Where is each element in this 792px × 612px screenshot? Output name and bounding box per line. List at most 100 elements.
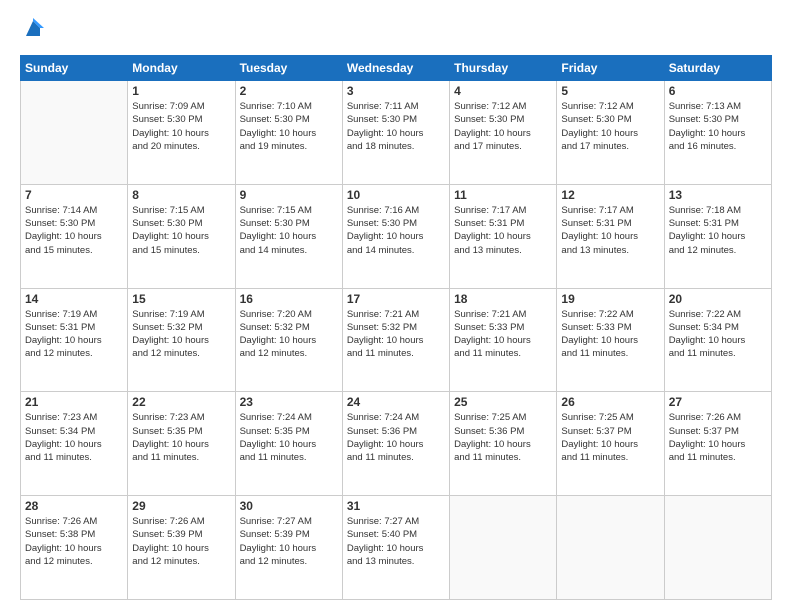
day-number: 26 bbox=[561, 395, 659, 409]
day-info: Sunrise: 7:22 AM Sunset: 5:34 PM Dayligh… bbox=[669, 308, 767, 361]
calendar-cell: 24 Sunrise: 7:24 AM Sunset: 5:36 PM Dayli… bbox=[342, 392, 449, 496]
day-number: 28 bbox=[25, 499, 123, 513]
day-info: Sunrise: 7:26 AM Sunset: 5:38 PM Dayligh… bbox=[25, 515, 123, 568]
calendar-cell bbox=[557, 496, 664, 600]
header bbox=[20, 18, 772, 45]
day-number: 5 bbox=[561, 84, 659, 98]
calendar-cell: 5Sunrise: 7:12 AM Sunset: 5:30 PM Daylig… bbox=[557, 81, 664, 185]
day-info: Sunrise: 7:20 AM Sunset: 5:32 PM Dayligh… bbox=[240, 308, 338, 361]
day-number: 11 bbox=[454, 188, 552, 202]
weekday-header-monday: Monday bbox=[128, 56, 235, 81]
day-info: Sunrise: 7:25 AM Sunset: 5:37 PM Dayligh… bbox=[561, 411, 659, 464]
day-number: 24 bbox=[347, 395, 445, 409]
calendar-cell bbox=[664, 496, 771, 600]
calendar-cell: 6 Sunrise: 7:13 AM Sunset: 5:30 PM Daylig… bbox=[664, 81, 771, 185]
calendar-table: SundayMondayTuesdayWednesdayThursdayFrid… bbox=[20, 55, 772, 600]
calendar-week-5: 28 Sunrise: 7:26 AM Sunset: 5:38 PM Dayli… bbox=[21, 496, 772, 600]
calendar-cell: 20 Sunrise: 7:22 AM Sunset: 5:34 PM Dayli… bbox=[664, 288, 771, 392]
day-info: Sunrise: 7:27 AM Sunset: 5:39 PM Dayligh… bbox=[240, 515, 338, 568]
calendar-cell: 8 Sunrise: 7:15 AM Sunset: 5:30 PM Daylig… bbox=[128, 184, 235, 288]
day-number: 25 bbox=[454, 395, 552, 409]
calendar-cell bbox=[21, 81, 128, 185]
calendar-cell: 14 Sunrise: 7:19 AM Sunset: 5:31 PM Dayli… bbox=[21, 288, 128, 392]
day-info: Sunrise: 7:17 AM Sunset: 5:31 PM Dayligh… bbox=[561, 204, 659, 257]
logo-general bbox=[20, 18, 44, 45]
calendar-cell: 18 Sunrise: 7:21 AM Sunset: 5:33 PM Dayli… bbox=[450, 288, 557, 392]
calendar-cell: 17 Sunrise: 7:21 AM Sunset: 5:32 PM Dayli… bbox=[342, 288, 449, 392]
day-number: 6 bbox=[669, 84, 767, 98]
calendar-cell: 19Sunrise: 7:22 AM Sunset: 5:33 PM Dayli… bbox=[557, 288, 664, 392]
calendar-cell: 7Sunrise: 7:14 AM Sunset: 5:30 PM Daylig… bbox=[21, 184, 128, 288]
day-number: 4 bbox=[454, 84, 552, 98]
day-info: Sunrise: 7:21 AM Sunset: 5:32 PM Dayligh… bbox=[347, 308, 445, 361]
day-info: Sunrise: 7:15 AM Sunset: 5:30 PM Dayligh… bbox=[132, 204, 230, 257]
weekday-header-wednesday: Wednesday bbox=[342, 56, 449, 81]
day-number: 16 bbox=[240, 292, 338, 306]
calendar-week-3: 14 Sunrise: 7:19 AM Sunset: 5:31 PM Dayli… bbox=[21, 288, 772, 392]
day-info: Sunrise: 7:26 AM Sunset: 5:37 PM Dayligh… bbox=[669, 411, 767, 464]
day-number: 9 bbox=[240, 188, 338, 202]
day-number: 13 bbox=[669, 188, 767, 202]
day-info: Sunrise: 7:24 AM Sunset: 5:35 PM Dayligh… bbox=[240, 411, 338, 464]
calendar-cell: 3 Sunrise: 7:11 AM Sunset: 5:30 PM Daylig… bbox=[342, 81, 449, 185]
day-info: Sunrise: 7:27 AM Sunset: 5:40 PM Dayligh… bbox=[347, 515, 445, 568]
day-number: 1 bbox=[132, 84, 230, 98]
calendar-cell: 31 Sunrise: 7:27 AM Sunset: 5:40 PM Dayli… bbox=[342, 496, 449, 600]
calendar-cell: 15Sunrise: 7:19 AM Sunset: 5:32 PM Dayli… bbox=[128, 288, 235, 392]
day-info: Sunrise: 7:12 AM Sunset: 5:30 PM Dayligh… bbox=[454, 100, 552, 153]
calendar-cell: 12Sunrise: 7:17 AM Sunset: 5:31 PM Dayli… bbox=[557, 184, 664, 288]
calendar-cell: 4 Sunrise: 7:12 AM Sunset: 5:30 PM Daylig… bbox=[450, 81, 557, 185]
weekday-header-saturday: Saturday bbox=[664, 56, 771, 81]
day-number: 3 bbox=[347, 84, 445, 98]
day-info: Sunrise: 7:11 AM Sunset: 5:30 PM Dayligh… bbox=[347, 100, 445, 153]
day-info: Sunrise: 7:18 AM Sunset: 5:31 PM Dayligh… bbox=[669, 204, 767, 257]
calendar-cell: 23Sunrise: 7:24 AM Sunset: 5:35 PM Dayli… bbox=[235, 392, 342, 496]
day-number: 27 bbox=[669, 395, 767, 409]
day-number: 18 bbox=[454, 292, 552, 306]
day-info: Sunrise: 7:17 AM Sunset: 5:31 PM Dayligh… bbox=[454, 204, 552, 257]
calendar-cell bbox=[450, 496, 557, 600]
day-info: Sunrise: 7:09 AM Sunset: 5:30 PM Dayligh… bbox=[132, 100, 230, 153]
day-info: Sunrise: 7:14 AM Sunset: 5:30 PM Dayligh… bbox=[25, 204, 123, 257]
calendar-week-1: 1 Sunrise: 7:09 AM Sunset: 5:30 PM Daylig… bbox=[21, 81, 772, 185]
logo-icon bbox=[22, 18, 44, 40]
day-number: 29 bbox=[132, 499, 230, 513]
day-number: 20 bbox=[669, 292, 767, 306]
day-number: 14 bbox=[25, 292, 123, 306]
day-number: 21 bbox=[25, 395, 123, 409]
day-number: 22 bbox=[132, 395, 230, 409]
page: SundayMondayTuesdayWednesdayThursdayFrid… bbox=[0, 0, 792, 612]
calendar-cell: 2 Sunrise: 7:10 AM Sunset: 5:30 PM Daylig… bbox=[235, 81, 342, 185]
day-number: 31 bbox=[347, 499, 445, 513]
weekday-header-row: SundayMondayTuesdayWednesdayThursdayFrid… bbox=[21, 56, 772, 81]
calendar-cell: 25 Sunrise: 7:25 AM Sunset: 5:36 PM Dayli… bbox=[450, 392, 557, 496]
day-number: 17 bbox=[347, 292, 445, 306]
calendar-cell: 22Sunrise: 7:23 AM Sunset: 5:35 PM Dayli… bbox=[128, 392, 235, 496]
day-info: Sunrise: 7:19 AM Sunset: 5:32 PM Dayligh… bbox=[132, 308, 230, 361]
day-info: Sunrise: 7:16 AM Sunset: 5:30 PM Dayligh… bbox=[347, 204, 445, 257]
day-info: Sunrise: 7:13 AM Sunset: 5:30 PM Dayligh… bbox=[669, 100, 767, 153]
calendar-cell: 11 Sunrise: 7:17 AM Sunset: 5:31 PM Dayli… bbox=[450, 184, 557, 288]
day-number: 8 bbox=[132, 188, 230, 202]
calendar-week-4: 21 Sunrise: 7:23 AM Sunset: 5:34 PM Dayli… bbox=[21, 392, 772, 496]
logo bbox=[20, 18, 44, 45]
calendar-cell: 9Sunrise: 7:15 AM Sunset: 5:30 PM Daylig… bbox=[235, 184, 342, 288]
day-number: 2 bbox=[240, 84, 338, 98]
day-info: Sunrise: 7:25 AM Sunset: 5:36 PM Dayligh… bbox=[454, 411, 552, 464]
weekday-header-friday: Friday bbox=[557, 56, 664, 81]
calendar-cell: 29 Sunrise: 7:26 AM Sunset: 5:39 PM Dayli… bbox=[128, 496, 235, 600]
day-info: Sunrise: 7:19 AM Sunset: 5:31 PM Dayligh… bbox=[25, 308, 123, 361]
day-number: 10 bbox=[347, 188, 445, 202]
day-number: 19 bbox=[561, 292, 659, 306]
weekday-header-tuesday: Tuesday bbox=[235, 56, 342, 81]
calendar-cell: 16 Sunrise: 7:20 AM Sunset: 5:32 PM Dayli… bbox=[235, 288, 342, 392]
day-info: Sunrise: 7:23 AM Sunset: 5:34 PM Dayligh… bbox=[25, 411, 123, 464]
calendar-cell: 21 Sunrise: 7:23 AM Sunset: 5:34 PM Dayli… bbox=[21, 392, 128, 496]
day-info: Sunrise: 7:24 AM Sunset: 5:36 PM Dayligh… bbox=[347, 411, 445, 464]
day-info: Sunrise: 7:21 AM Sunset: 5:33 PM Dayligh… bbox=[454, 308, 552, 361]
day-info: Sunrise: 7:26 AM Sunset: 5:39 PM Dayligh… bbox=[132, 515, 230, 568]
calendar-cell: 26 Sunrise: 7:25 AM Sunset: 5:37 PM Dayli… bbox=[557, 392, 664, 496]
calendar-cell: 30Sunrise: 7:27 AM Sunset: 5:39 PM Dayli… bbox=[235, 496, 342, 600]
calendar-cell: 10 Sunrise: 7:16 AM Sunset: 5:30 PM Dayli… bbox=[342, 184, 449, 288]
day-info: Sunrise: 7:10 AM Sunset: 5:30 PM Dayligh… bbox=[240, 100, 338, 153]
